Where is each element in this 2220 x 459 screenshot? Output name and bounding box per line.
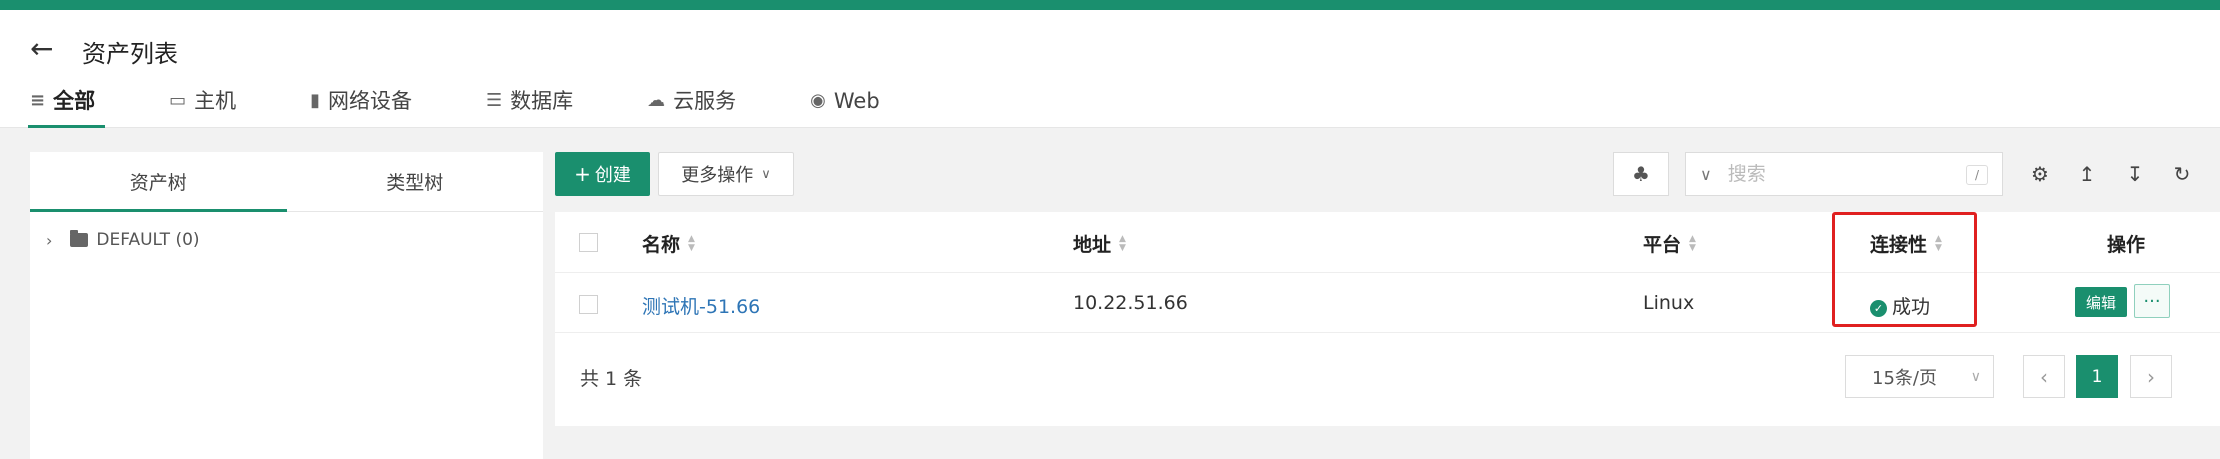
page-size-select[interactable]: 15条/页 ∨ (1845, 355, 1994, 398)
asset-address: 10.22.51.66 (1073, 292, 1188, 314)
inbox-icon: ▭ (169, 90, 187, 111)
tab-web[interactable]: ◉ Web (810, 88, 880, 128)
page-title: 资产列表 (82, 40, 178, 68)
tab-database[interactable]: ☰ 数据库 (486, 88, 573, 128)
row-checkbox[interactable] (579, 295, 598, 314)
more-options-button[interactable]: ··· (2134, 284, 2170, 318)
list-icon: ≡ (30, 90, 46, 111)
page-header: ← 资产列表 ≡ 全部 ▭ 主机 ▮ 网络设备 ☰ 数据库 ☁ 云服务 ◉ We… (0, 10, 2220, 128)
chevron-down-icon: ∨ (1970, 368, 1981, 385)
more-actions-dropdown[interactable]: 更多操作 ∨ (658, 152, 794, 196)
column-header-name[interactable]: 名称 ▲ ▼ (642, 230, 695, 257)
sort-icon[interactable]: ▲ ▼ (1689, 234, 1696, 253)
download-icon[interactable]: ↧ (2121, 160, 2149, 188)
top-accent-bar (0, 0, 2220, 10)
prev-page-button[interactable]: ‹ (2023, 355, 2065, 398)
settings-gear-icon[interactable]: ⚙ (2026, 160, 2054, 188)
list-toolbar: + 创建 更多操作 ∨ ♣ ∨ / ⚙ ↥ ↧ ↻ (555, 152, 2220, 198)
refresh-icon[interactable]: ↻ (2168, 160, 2196, 188)
tree-node-label: DEFAULT (0) (96, 230, 200, 250)
globe-icon: ◉ (810, 90, 826, 111)
tab-type-tree[interactable]: 类型树 (287, 152, 544, 211)
tree-node-default[interactable]: › DEFAULT (0) (46, 230, 200, 250)
sort-icon[interactable]: ▲ ▼ (1119, 234, 1126, 253)
asset-type-tabs: ≡ 全部 ▭ 主机 ▮ 网络设备 ☰ 数据库 ☁ 云服务 ◉ Web (27, 88, 954, 128)
create-button[interactable]: + 创建 (555, 152, 650, 196)
search-box[interactable]: ∨ / (1685, 152, 2003, 196)
edit-button[interactable]: 编辑 (2075, 287, 2127, 317)
database-icon: ☰ (486, 90, 503, 111)
chevron-down-icon: ∨ (761, 166, 771, 182)
chevron-down-icon[interactable]: ∨ (1700, 165, 1712, 184)
asset-name-link[interactable]: 测试机-51.66 (642, 292, 760, 319)
asset-platform: Linux (1643, 292, 1695, 314)
column-header-address[interactable]: 地址 ▲ ▼ (1073, 230, 1126, 257)
tag-filter-button[interactable]: ♣ (1613, 152, 1669, 196)
folder-icon (70, 230, 89, 247)
connectivity-highlight-box (1832, 212, 1977, 327)
tab-asset-tree[interactable]: 资产树 (30, 152, 287, 212)
arrow-left-icon[interactable]: ← (30, 35, 53, 63)
tag-icon: ♣ (1632, 162, 1650, 186)
cloud-icon: ☁ (647, 90, 666, 111)
select-all-checkbox[interactable] (579, 233, 598, 252)
sort-icon[interactable]: ▲ ▼ (688, 234, 695, 253)
tab-all[interactable]: ≡ 全部 (27, 88, 106, 128)
plus-icon: + (574, 162, 591, 186)
next-page-button[interactable]: › (2130, 355, 2172, 398)
tab-host[interactable]: ▭ 主机 (169, 88, 236, 128)
search-shortcut-hint: / (1966, 165, 1988, 185)
tree-tabs: 资产树 类型树 (30, 152, 543, 212)
column-header-platform[interactable]: 平台 ▲ ▼ (1643, 230, 1696, 257)
search-input[interactable] (1727, 163, 1948, 185)
tab-network-device[interactable]: ▮ 网络设备 (310, 88, 412, 128)
chip-icon: ▮ (310, 90, 321, 111)
upload-icon[interactable]: ↥ (2073, 160, 2101, 188)
page-number-button[interactable]: 1 (2076, 355, 2118, 398)
tab-cloud[interactable]: ☁ 云服务 (647, 88, 736, 128)
column-header-actions: 操作 (2107, 234, 2146, 256)
chevron-right-icon[interactable]: › (46, 231, 52, 250)
total-count: 共 1 条 (580, 368, 643, 390)
asset-tree-panel: 资产树 类型树 › DEFAULT (0) (30, 152, 543, 459)
